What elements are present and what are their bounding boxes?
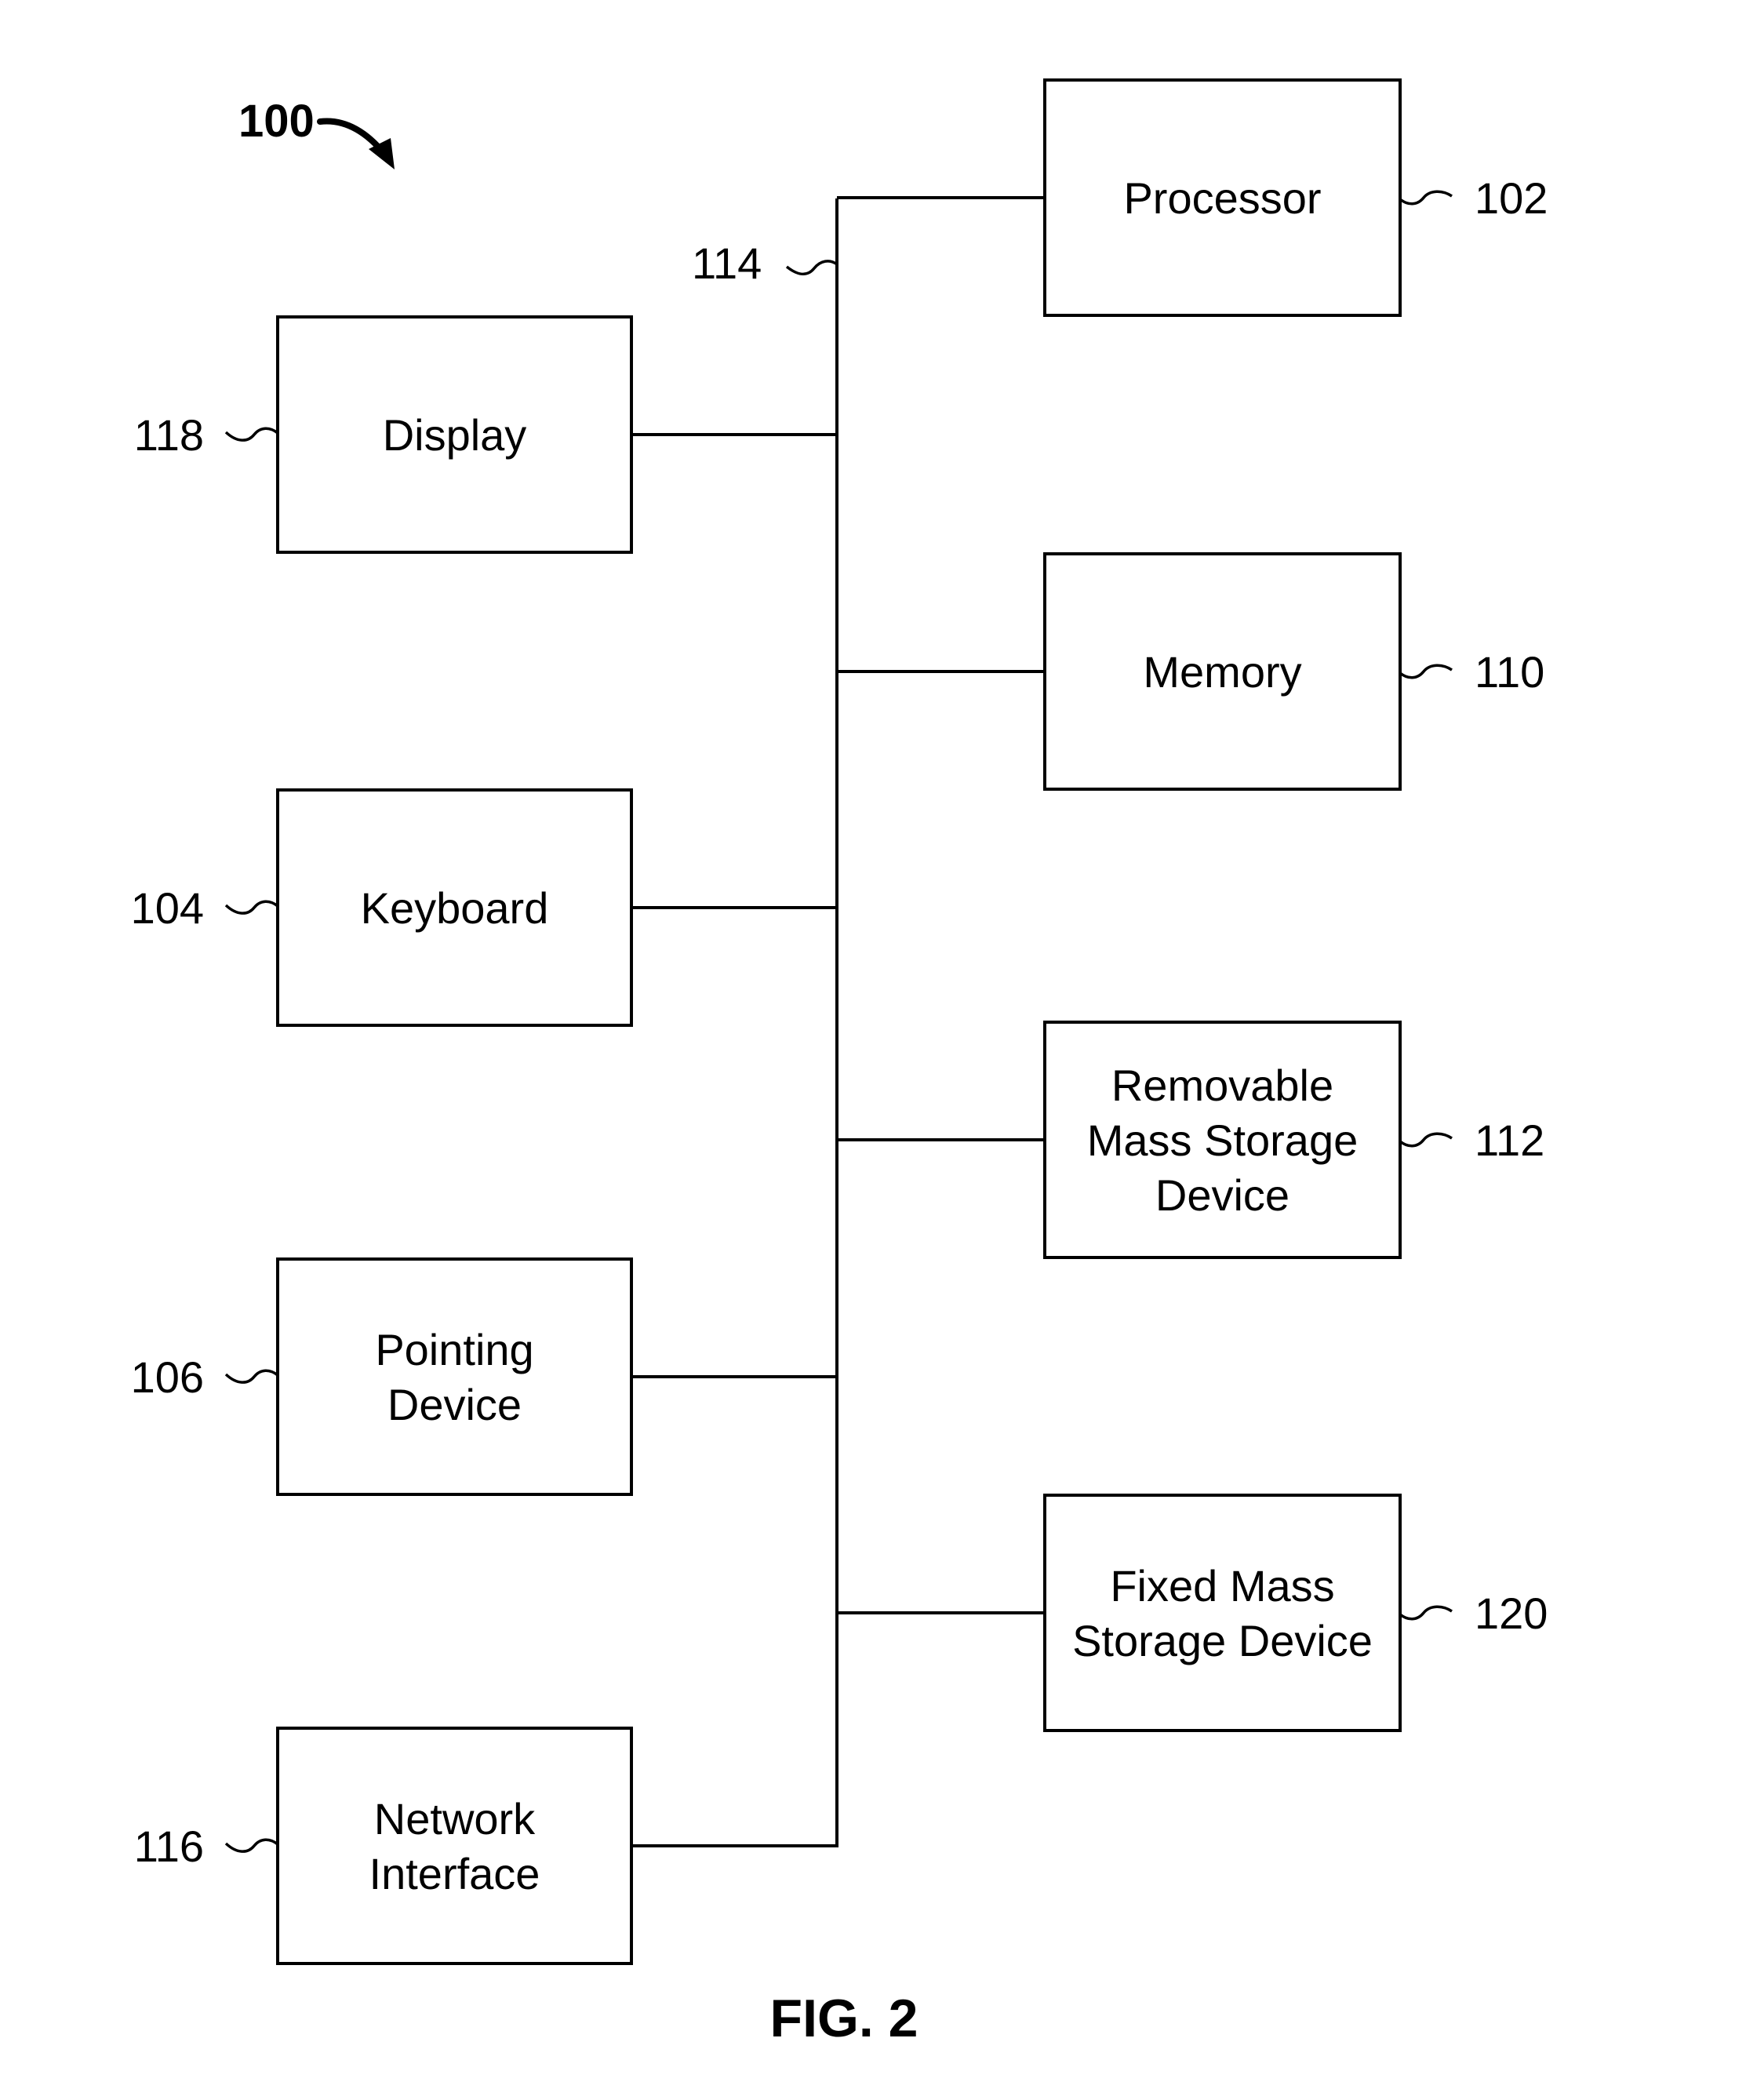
processor-leader-icon: [1399, 190, 1453, 206]
network-interface-leader-icon: [224, 1838, 279, 1853]
keyboard-block: Keyboard 104: [131, 788, 837, 1027]
processor-label-line: Processor: [1123, 173, 1321, 223]
removable-mass-storage-device-label-line: Removable: [1111, 1061, 1333, 1110]
memory-block: Memory 110: [837, 552, 1544, 791]
figure-title: FIG. 2: [770, 1989, 918, 2048]
fixed-mass-storage-device-label-line: Fixed Mass: [1110, 1561, 1334, 1610]
keyboard-leader-icon: [224, 900, 279, 915]
removable-mass-storage-device-leader-icon: [1399, 1132, 1453, 1148]
memory-leader-icon: [1399, 664, 1453, 679]
network-interface-block: Network Interface 116: [134, 1727, 837, 1965]
display-leader-icon: [224, 427, 279, 442]
pointing-device-label-line: Device: [387, 1380, 522, 1429]
bus-ref-label: 114: [692, 238, 762, 288]
display-block: Display 118: [134, 315, 837, 554]
system-reference: 100: [238, 96, 395, 169]
display-label-line: Display: [383, 410, 527, 460]
removable-mass-storage-device-label-line: Device: [1155, 1170, 1289, 1220]
system-ref-label: 100: [238, 96, 315, 147]
pointing-device-block: Pointing Device 106: [131, 1257, 837, 1496]
bus: 114: [692, 198, 838, 1847]
pointing-device-box: [276, 1257, 633, 1496]
removable-mass-storage-device-block: Removable Mass Storage Device 112: [837, 1021, 1544, 1259]
pointing-device-leader-icon: [224, 1369, 279, 1384]
left-column: Display 118 Keyboard 104 Pointing Device 106 Ne…: [131, 315, 837, 1965]
fixed-mass-storage-device-block: Fixed Mass Storage Device 120: [837, 1494, 1548, 1732]
removable-mass-storage-device-ref-label: 112: [1475, 1116, 1544, 1165]
bus-leader-icon: [785, 260, 838, 275]
right-column: Processor 102 Memory 110 Removable Mass Stora…: [837, 78, 1548, 1732]
display-ref-label: 118: [134, 410, 204, 460]
network-interface-label-line: Interface: [369, 1849, 540, 1898]
block-diagram: 100 114 Display 118 Keyboard 104 Pointing Dev…: [131, 78, 1548, 2048]
fixed-mass-storage-device-ref-label: 120: [1475, 1589, 1548, 1638]
fixed-mass-storage-device-label-line: Storage Device: [1072, 1616, 1373, 1665]
network-interface-label-line: Network: [374, 1794, 536, 1843]
keyboard-ref-label: 104: [131, 883, 204, 933]
memory-label-line: Memory: [1143, 647, 1301, 697]
pointing-device-ref-label: 106: [131, 1352, 204, 1402]
keyboard-label-line: Keyboard: [361, 883, 549, 933]
fixed-mass-storage-device-box: [1043, 1494, 1402, 1732]
removable-mass-storage-device-label-line: Mass Storage: [1087, 1116, 1359, 1165]
processor-ref-label: 102: [1475, 173, 1548, 223]
network-interface-box: [276, 1727, 633, 1965]
fixed-mass-storage-device-leader-icon: [1399, 1605, 1453, 1621]
memory-ref-label: 110: [1475, 647, 1544, 697]
processor-block: Processor 102: [837, 78, 1548, 317]
network-interface-ref-label: 116: [134, 1822, 204, 1871]
pointing-device-label-line: Pointing: [375, 1325, 533, 1374]
